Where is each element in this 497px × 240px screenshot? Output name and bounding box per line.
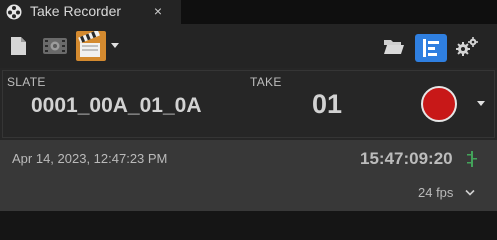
timecode-source-icon[interactable] [465, 150, 479, 168]
tab-take-recorder[interactable]: Take Recorder × [0, 0, 181, 24]
slate-value[interactable]: 0001_00A_01_0A [31, 94, 201, 118]
take-list-button[interactable] [415, 34, 447, 62]
frame-rate-selector[interactable]: 24 fps [418, 185, 453, 200]
take-label: TAKE [250, 75, 282, 89]
take-value[interactable]: 01 [312, 89, 342, 120]
slate-label: SLATE [7, 75, 46, 89]
film-reel-icon [6, 4, 22, 20]
sequence-film-icon[interactable] [42, 36, 68, 56]
chevron-down-icon[interactable] [465, 189, 475, 197]
take-list-icon [423, 39, 439, 57]
timecode: 15:47:09:20 [360, 149, 453, 168]
recording-date: Apr 14, 2023, 12:47:23 PM [12, 151, 168, 166]
record-button[interactable] [421, 86, 457, 122]
new-document-icon[interactable] [10, 36, 28, 56]
toolbar [0, 24, 497, 68]
chevron-down-icon[interactable] [110, 42, 120, 50]
tab-bar: Take Recorder × [0, 0, 497, 24]
clapperboard-button[interactable] [76, 29, 106, 61]
clapperboard-icon [78, 29, 100, 57]
tab-title: Take Recorder [30, 3, 122, 19]
close-icon[interactable]: × [150, 2, 166, 20]
chevron-down-icon[interactable] [476, 100, 486, 108]
settings-gears-icon[interactable] [455, 36, 479, 58]
folder-open-icon[interactable] [383, 38, 405, 55]
